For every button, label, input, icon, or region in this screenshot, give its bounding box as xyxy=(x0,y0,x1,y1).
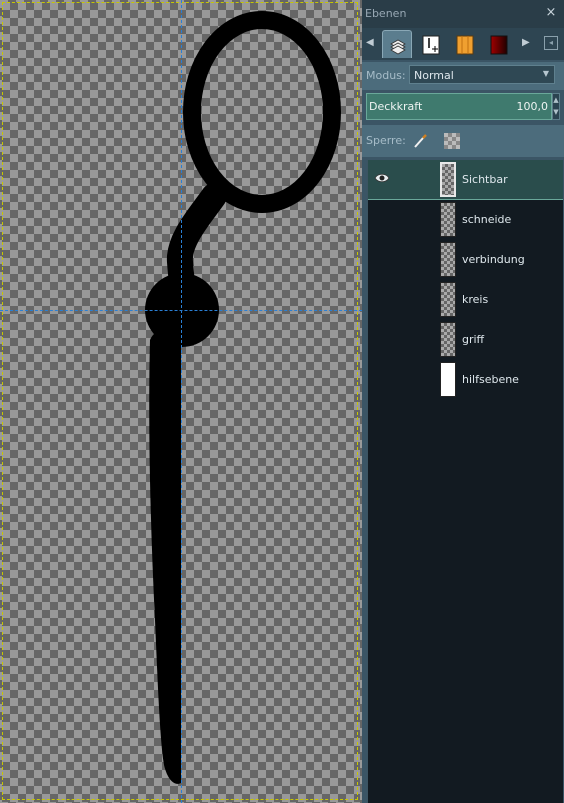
dock-titlebar: Ebenen × xyxy=(362,0,564,28)
opacity-spinner[interactable]: ▲ ▼ xyxy=(552,93,560,120)
layers-dock: Ebenen × ◀ ▶ ◂ Modus: Normal ▼ Deckkraft… xyxy=(362,0,564,803)
scroll-left-icon[interactable]: ◀ xyxy=(366,37,376,51)
layer-row[interactable]: Sichtbar xyxy=(368,160,563,200)
layer-thumbnail xyxy=(440,362,456,397)
channels-icon xyxy=(422,35,440,55)
horizontal-guide[interactable] xyxy=(0,310,362,311)
tab-layers[interactable] xyxy=(382,30,412,58)
layer-thumbnail xyxy=(440,242,456,277)
layer-row[interactable]: hilfsebene xyxy=(368,360,563,400)
layer-row[interactable]: griff xyxy=(368,320,563,360)
spin-up-icon[interactable]: ▲ xyxy=(553,94,559,106)
layer-name: schneide xyxy=(462,213,512,226)
dock-tabbar: ◀ ▶ ◂ xyxy=(362,28,564,60)
mode-row: Modus: Normal ▼ xyxy=(362,62,564,90)
scroll-right-icon[interactable]: ▶ xyxy=(522,37,532,51)
tab-gradients[interactable] xyxy=(484,30,514,58)
paths-icon xyxy=(456,35,474,55)
layer-thumbnail xyxy=(440,322,456,357)
tab-paths[interactable] xyxy=(450,30,480,58)
lock-row: Sperre: xyxy=(362,125,564,157)
layer-row[interactable]: schneide xyxy=(368,200,563,240)
eye-icon[interactable] xyxy=(374,172,390,184)
opacity-slider[interactable]: Deckkraft 100,0 xyxy=(366,93,552,120)
image-canvas[interactable] xyxy=(0,0,362,803)
layer-thumbnail xyxy=(440,202,456,237)
mode-label: Modus: xyxy=(366,69,406,82)
opacity-value: 100,0 xyxy=(516,100,549,113)
spin-down-icon[interactable]: ▼ xyxy=(553,106,559,118)
layers-icon xyxy=(390,39,406,55)
layer-name: hilfsebene xyxy=(462,373,519,386)
vertical-guide[interactable] xyxy=(181,0,182,803)
chevron-down-icon: ▼ xyxy=(542,69,549,78)
layer-row[interactable]: kreis xyxy=(368,280,563,320)
lock-label: Sperre: xyxy=(366,134,406,147)
layer-name: kreis xyxy=(462,293,489,306)
tab-channels[interactable] xyxy=(416,30,446,58)
brush-icon[interactable] xyxy=(412,133,428,149)
tab-menu-icon[interactable]: ◂ xyxy=(544,36,558,50)
dock-title: Ebenen xyxy=(365,7,407,20)
layer-name: griff xyxy=(462,333,485,346)
layer-name: Sichtbar xyxy=(462,173,508,186)
mode-select[interactable]: Normal ▼ xyxy=(409,65,555,84)
layers-list: Sichtbar schneide verbindung kreis griff… xyxy=(367,160,563,803)
opacity-label: Deckkraft xyxy=(369,100,423,113)
layer-thumbnail xyxy=(440,162,456,197)
layer-name: verbindung xyxy=(462,253,525,266)
layer-row[interactable]: verbindung xyxy=(368,240,563,280)
close-icon[interactable]: × xyxy=(544,6,558,20)
alpha-lock-icon[interactable] xyxy=(444,133,460,149)
gradient-icon xyxy=(490,35,508,55)
mode-value: Normal xyxy=(414,69,454,82)
layer-thumbnail xyxy=(440,282,456,317)
